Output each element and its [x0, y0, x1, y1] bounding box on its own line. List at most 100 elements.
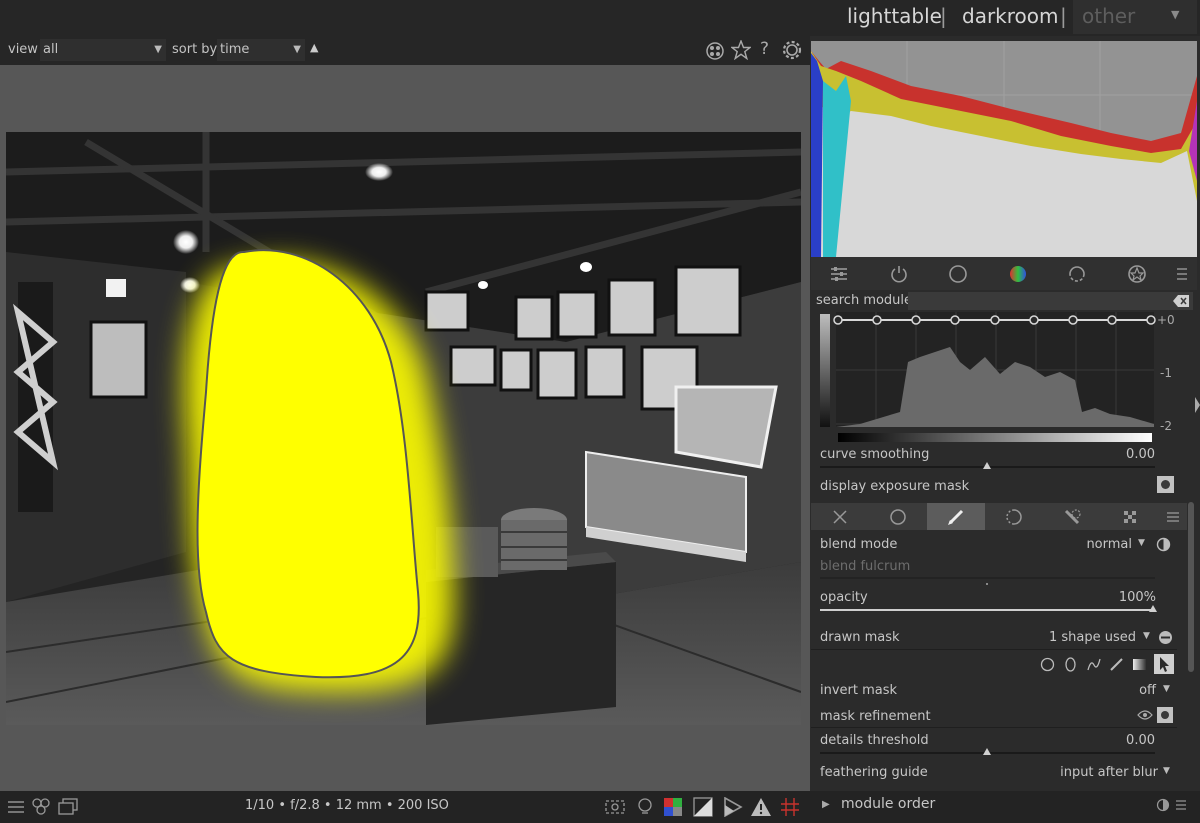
- panel-collapse-arrow-icon[interactable]: [1195, 397, 1200, 413]
- exposure-curve-graph[interactable]: [820, 312, 1160, 432]
- opacity-slider[interactable]: [820, 609, 1155, 611]
- view-other-label: other: [1082, 4, 1136, 28]
- feathering-guide-value[interactable]: input after blur: [1050, 765, 1158, 780]
- blend-menu-icon[interactable]: [1166, 510, 1180, 524]
- mask-display-toggle[interactable]: [1157, 707, 1173, 723]
- tab-uniformly[interactable]: [869, 503, 927, 530]
- details-threshold-label: details threshold: [820, 733, 929, 748]
- drawn-mask-value[interactable]: 1 shape used: [1040, 630, 1136, 645]
- chevron-down-icon: ▼: [1138, 538, 1145, 548]
- warning-icon[interactable]: [750, 797, 772, 817]
- chevron-down-icon: ▼: [1171, 8, 1180, 21]
- divider: [811, 649, 1177, 650]
- blend-fulcrum-slider[interactable]: [820, 577, 1155, 579]
- module-order-arrow-icon[interactable]: ▶: [822, 799, 830, 810]
- ev-label-bottom: -2: [1160, 419, 1172, 433]
- histogram[interactable]: [811, 41, 1197, 257]
- module-order-reset-icon[interactable]: [1156, 798, 1170, 812]
- module-order-label[interactable]: module order: [841, 796, 935, 812]
- circle-shape-icon[interactable]: [1040, 657, 1055, 672]
- eye-icon[interactable]: [1137, 709, 1153, 721]
- blend-polarity-icon[interactable]: [1156, 537, 1171, 552]
- view-separator: |: [1060, 4, 1067, 28]
- blend-mode-value[interactable]: normal: [1060, 537, 1132, 552]
- sort-by-label: sort by: [172, 42, 218, 57]
- curve-smoothing-label: curve smoothing: [820, 447, 930, 462]
- mask-mode-icon[interactable]: [1158, 630, 1173, 645]
- presets-menu-icon[interactable]: [1175, 264, 1189, 284]
- invert-mask-value[interactable]: off: [1110, 683, 1156, 698]
- star-icon[interactable]: [731, 40, 751, 60]
- scrollbar-thumb[interactable]: [1188, 502, 1194, 672]
- ev-label-top: +0: [1157, 313, 1175, 327]
- details-threshold-value: 0.00: [1126, 733, 1155, 748]
- ev-label-mid: -1: [1160, 366, 1172, 380]
- gradient-shape-icon[interactable]: [1132, 657, 1147, 672]
- path-shape-icon[interactable]: [1086, 657, 1101, 672]
- power-icon[interactable]: [889, 264, 909, 284]
- blend-tabs: [811, 503, 1187, 530]
- image-canvas[interactable]: [6, 132, 801, 725]
- close-icon: [833, 510, 847, 524]
- chevron-down-icon: ▼: [1143, 631, 1150, 641]
- effects-group-icon[interactable]: [1127, 264, 1147, 284]
- edit-mask-pointer-icon[interactable]: [1154, 654, 1174, 674]
- chevron-down-icon: ▼: [154, 44, 162, 55]
- hamburger-icon[interactable]: [5, 797, 27, 817]
- module-order-menu-icon[interactable]: [1174, 798, 1188, 812]
- gamut-check-icon[interactable]: [692, 797, 714, 817]
- focus-peaking-icon[interactable]: [722, 797, 744, 817]
- chevron-down-icon: ▼: [1163, 766, 1170, 776]
- tone-gradient-bar: [838, 433, 1152, 442]
- help-icon[interactable]: ?: [760, 39, 769, 59]
- chevron-down-icon: ▼: [1163, 684, 1170, 694]
- curve-smoothing-marker[interactable]: [983, 462, 991, 469]
- search-module-label: search module: [816, 293, 913, 308]
- correct-group-icon[interactable]: [1067, 264, 1087, 284]
- view-darkroom[interactable]: darkroom: [962, 4, 1059, 28]
- search-module-input[interactable]: [908, 292, 1193, 310]
- top-header: lighttable | darkroom | other ▼: [0, 0, 1200, 36]
- tab-blend-off[interactable]: [811, 503, 869, 530]
- gear-icon[interactable]: [782, 40, 802, 60]
- module-groups-bar: [811, 257, 1197, 290]
- view-lighttable[interactable]: lighttable: [847, 4, 942, 28]
- guides-icon[interactable]: [779, 797, 801, 817]
- tab-parametric-mask[interactable]: [985, 503, 1043, 530]
- mask-refinement-label: mask refinement: [820, 709, 931, 724]
- circle-icon: [890, 509, 906, 525]
- quick-access-icon[interactable]: [829, 264, 849, 284]
- filter-bar: view all ▼ sort by time ▼ ▲ ?: [0, 36, 810, 65]
- softproof-icon[interactable]: [662, 797, 684, 817]
- bottom-bar: [0, 791, 1200, 823]
- display-exposure-mask-label: display exposure mask: [820, 479, 970, 494]
- bulb-icon[interactable]: [634, 797, 656, 817]
- opacity-marker[interactable]: [1149, 605, 1157, 612]
- drawn-parametric-icon: [1064, 509, 1081, 525]
- exif-info: 1/10 • f/2.8 • 12 mm • 200 ISO: [245, 798, 449, 813]
- view-filter-select[interactable]: all ▼: [40, 39, 166, 61]
- pencil-icon: [948, 509, 964, 525]
- blend-fulcrum-marker: [986, 583, 988, 585]
- brush-shape-icon[interactable]: [1109, 657, 1124, 672]
- styles-icon[interactable]: [30, 797, 52, 817]
- clear-search-icon[interactable]: [1173, 295, 1189, 307]
- sort-by-select[interactable]: time ▼: [217, 39, 305, 61]
- view-other-dropdown[interactable]: other ▼: [1073, 0, 1197, 34]
- raw-overexposed-icon[interactable]: [604, 797, 626, 817]
- display-exposure-mask-toggle[interactable]: [1157, 476, 1174, 493]
- blend-mode-label: blend mode: [820, 537, 898, 552]
- ellipse-shape-icon[interactable]: [1063, 657, 1078, 672]
- view-filter-value: all: [43, 42, 59, 57]
- raster-icon: [1124, 511, 1136, 523]
- tab-raster-mask[interactable]: [1101, 503, 1159, 530]
- details-threshold-marker[interactable]: [983, 748, 991, 755]
- mask-toggle-dot: [1161, 480, 1170, 489]
- color-labels-icon[interactable]: [705, 41, 725, 61]
- color-group-icon[interactable]: [1008, 264, 1028, 284]
- tab-drawn-parametric[interactable]: [1043, 503, 1101, 530]
- sort-direction-toggle[interactable]: ▲: [310, 41, 318, 54]
- second-window-icon[interactable]: [57, 797, 79, 817]
- base-circle-icon[interactable]: [948, 264, 968, 284]
- tab-drawn-mask[interactable]: [927, 503, 985, 530]
